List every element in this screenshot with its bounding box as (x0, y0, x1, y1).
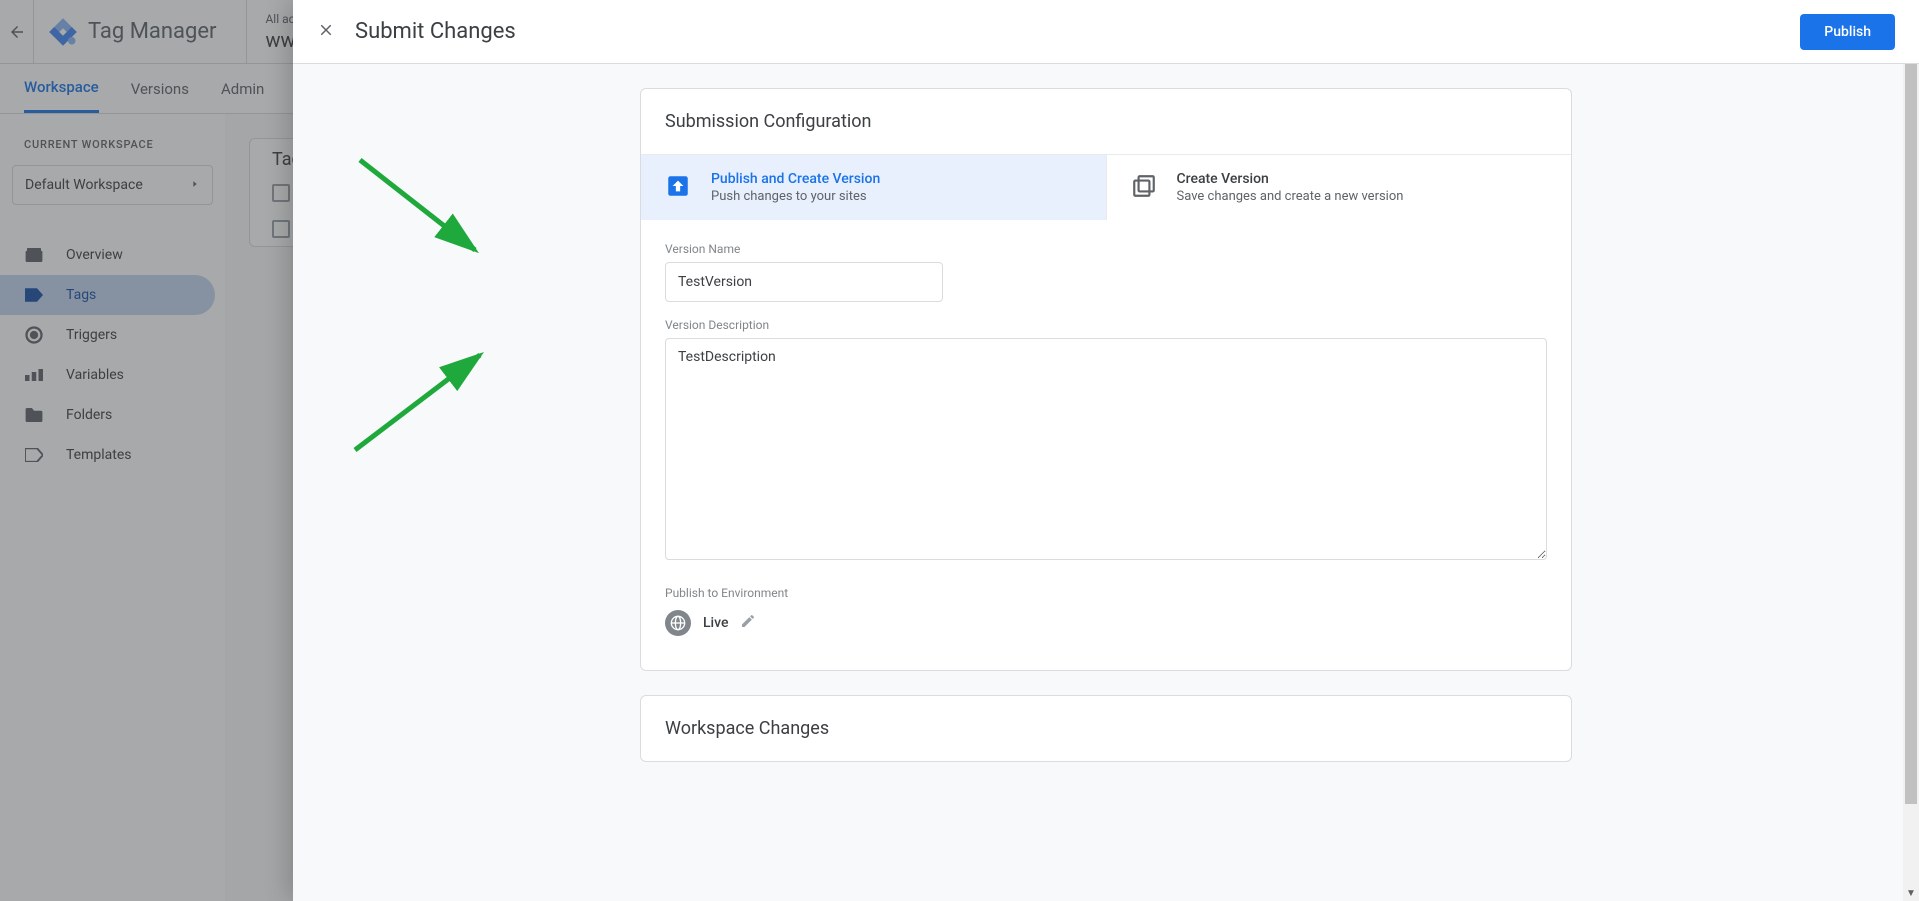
scroll-down-icon[interactable]: ▼ (1903, 885, 1919, 901)
env-globe-icon (665, 610, 691, 636)
form-section: Version Name Version Description Publish… (641, 220, 1571, 670)
env-name: Live (703, 615, 728, 631)
version-name-label: Version Name (665, 242, 1547, 256)
panel-title: Submit Changes (355, 19, 1800, 44)
config-options: Publish and Create Version Push changes … (641, 154, 1571, 220)
workspace-changes-card: Workspace Changes (640, 695, 1572, 762)
option-create-version[interactable]: Create Version Save changes and create a… (1107, 155, 1572, 220)
publish-icon (665, 173, 691, 203)
card-title: Workspace Changes (641, 696, 1571, 761)
vertical-scrollbar[interactable]: ▲ ▼ (1903, 64, 1919, 901)
option-subtitle: Save changes and create a new version (1177, 189, 1404, 204)
publish-env-label: Publish to Environment (665, 586, 1547, 600)
version-desc-label: Version Description (665, 318, 1547, 332)
panel-header: Submit Changes Publish (293, 0, 1919, 64)
option-subtitle: Push changes to your sites (711, 189, 880, 204)
version-desc-input[interactable] (665, 338, 1547, 560)
submission-config-card: Submission Configuration Publish and Cre… (640, 88, 1572, 671)
panel-body: Submission Configuration Publish and Cre… (293, 64, 1919, 901)
option-title: Create Version (1177, 171, 1404, 187)
publish-button[interactable]: Publish (1800, 14, 1895, 50)
version-icon (1131, 173, 1157, 203)
scrollbar-thumb[interactable] (1905, 64, 1917, 804)
version-name-input[interactable] (665, 262, 943, 302)
card-title: Submission Configuration (641, 89, 1571, 154)
edit-env-icon[interactable] (740, 613, 756, 633)
option-publish-and-create[interactable]: Publish and Create Version Push changes … (641, 155, 1107, 220)
close-icon[interactable] (317, 20, 335, 44)
option-title: Publish and Create Version (711, 171, 880, 187)
environment-row: Live (665, 606, 1547, 658)
submit-changes-panel: Submit Changes Publish Submission Config… (293, 0, 1919, 901)
